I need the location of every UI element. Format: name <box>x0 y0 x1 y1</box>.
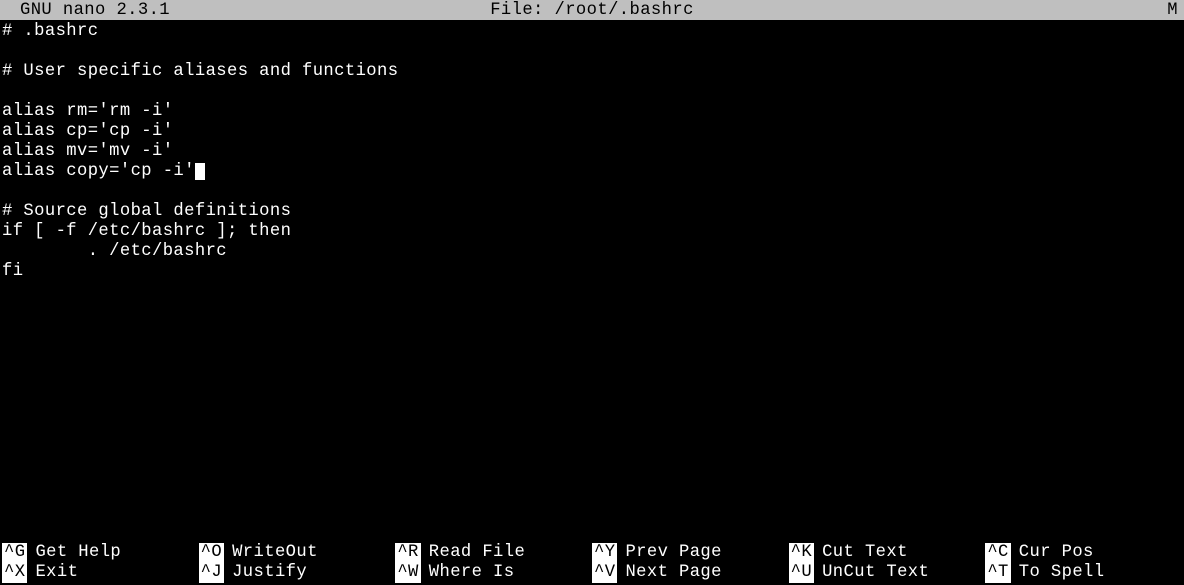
shortcut-key: ^C <box>985 543 1010 563</box>
editor-line[interactable]: alias copy='cp -i' <box>2 162 1182 182</box>
shortcut-label: Where Is <box>421 563 515 583</box>
shortcut-key: ^T <box>985 563 1010 583</box>
shortcut-label: Cur Pos <box>1011 543 1094 563</box>
shortcut-label: UnCut Text <box>814 563 929 583</box>
shortcut-item[interactable]: ^GGet Help <box>2 543 199 563</box>
file-info: File: /root/.bashrc <box>490 1 694 20</box>
shortcut-label: Next Page <box>617 563 721 583</box>
shortcut-key: ^U <box>789 563 814 583</box>
shortcut-item[interactable]: ^VNext Page <box>592 563 789 583</box>
app-version: GNU nano 2.3.1 <box>20 1 170 20</box>
shortcut-item[interactable]: ^OWriteOut <box>199 543 396 563</box>
shortcut-label: Cut Text <box>814 543 908 563</box>
shortcut-label: Read File <box>421 543 525 563</box>
app-name: GNU nano <box>20 1 106 20</box>
shortcut-item[interactable]: ^WWhere Is <box>395 563 592 583</box>
shortcut-item[interactable]: ^CCur Pos <box>985 543 1182 563</box>
shortcut-key: ^V <box>592 563 617 583</box>
editor-line[interactable]: # .bashrc <box>2 22 1182 42</box>
file-path: /root/.bashrc <box>555 1 694 20</box>
editor-line[interactable]: alias rm='rm -i' <box>2 102 1182 122</box>
editor-line[interactable]: # User specific aliases and functions <box>2 62 1182 82</box>
shortcut-item[interactable]: ^KCut Text <box>789 543 986 563</box>
editor-line[interactable]: . /etc/bashrc <box>2 242 1182 262</box>
shortcut-key: ^W <box>395 563 420 583</box>
app-version-number: 2.3.1 <box>116 1 170 20</box>
editor-line[interactable]: fi <box>2 262 1182 282</box>
editor-area[interactable]: # .bashrc # User specific aliases and fun… <box>0 20 1184 282</box>
shortcut-key: ^Y <box>592 543 617 563</box>
shortcut-key: ^X <box>2 563 27 583</box>
editor-line[interactable]: alias mv='mv -i' <box>2 142 1182 162</box>
title-bar: GNU nano 2.3.1 File: /root/.bashrc M <box>0 0 1184 20</box>
cursor <box>195 163 205 180</box>
shortcut-label: Justify <box>224 563 307 583</box>
file-prefix: File: <box>490 1 544 20</box>
editor-line[interactable]: if [ -f /etc/bashrc ]; then <box>2 222 1182 242</box>
shortcut-item[interactable]: ^YPrev Page <box>592 543 789 563</box>
shortcut-item[interactable]: ^RRead File <box>395 543 592 563</box>
shortcut-key: ^R <box>395 543 420 563</box>
shortcut-key: ^J <box>199 563 224 583</box>
shortcut-label: Get Help <box>27 543 121 563</box>
shortcut-item[interactable]: ^XExit <box>2 563 199 583</box>
editor-line[interactable] <box>2 42 1182 62</box>
shortcut-item[interactable]: ^JJustify <box>199 563 396 583</box>
shortcut-item[interactable]: ^UUnCut Text <box>789 563 986 583</box>
shortcut-label: To Spell <box>1011 563 1105 583</box>
editor-line[interactable]: alias cp='cp -i' <box>2 122 1182 142</box>
shortcut-key: ^K <box>789 543 814 563</box>
shortcut-key: ^O <box>199 543 224 563</box>
editor-line[interactable] <box>2 82 1182 102</box>
shortcut-label: Prev Page <box>617 543 721 563</box>
shortcut-label: WriteOut <box>224 543 318 563</box>
shortcut-item[interactable]: ^TTo Spell <box>985 563 1182 583</box>
shortcut-bar: ^GGet Help^XExit^OWriteOut^JJustify^RRea… <box>2 543 1182 583</box>
shortcut-key: ^G <box>2 543 27 563</box>
editor-line[interactable] <box>2 182 1182 202</box>
modified-indicator: M <box>1167 1 1178 20</box>
shortcut-label: Exit <box>27 563 78 583</box>
editor-line[interactable]: # Source global definitions <box>2 202 1182 222</box>
